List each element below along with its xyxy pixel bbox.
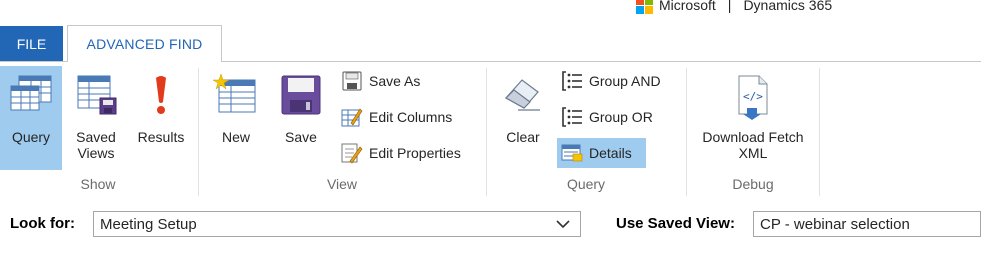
brand-product: Dynamics 365 [743, 0, 833, 13]
microsoft-logo-icon [636, 0, 653, 14]
download-fetch-xml-button[interactable]: </> Download Fetch XML [692, 66, 814, 170]
edit-columns-button[interactable]: Edit Columns [337, 102, 456, 132]
exclamation-icon [156, 76, 166, 114]
clear-label: Clear [506, 129, 540, 145]
results-button[interactable]: Results [131, 66, 191, 170]
edit-columns-icon [341, 108, 363, 127]
edit-properties-icon [341, 143, 363, 164]
clear-button[interactable]: Clear [494, 66, 552, 170]
edit-properties-label: Edit Properties [369, 145, 461, 161]
ribbon-divider [819, 68, 820, 196]
details-label: Details [589, 145, 632, 161]
chevron-down-icon [556, 220, 570, 229]
group-or-label: Group OR [589, 109, 653, 125]
brand-company: Microsoft [659, 0, 716, 13]
use-saved-view-value: CP - webinar selection [760, 215, 910, 233]
save-label: Save [285, 129, 317, 145]
look-for-value: Meeting Setup [100, 215, 197, 233]
brand-separator: | [727, 0, 732, 13]
group-label-show: Show [80, 176, 116, 192]
save-button[interactable]: Save [271, 66, 331, 170]
group-and-button[interactable]: Group AND [557, 66, 665, 96]
saved-views-icon [77, 75, 117, 115]
look-for-select[interactable]: Meeting Setup [93, 211, 581, 237]
results-label: Results [137, 129, 185, 145]
look-for-label: Look for: [10, 215, 75, 232]
new-view-icon [213, 74, 256, 113]
query-label: Query [11, 129, 51, 145]
tab-advanced-find[interactable]: ADVANCED FIND [67, 25, 222, 62]
edit-properties-button[interactable]: Edit Properties [337, 138, 465, 168]
group-or-button[interactable]: Group OR [557, 102, 657, 132]
details-icon [561, 144, 583, 162]
group-or-icon [562, 107, 582, 127]
saved-views-label: Saved Views [76, 129, 116, 161]
save-icon [281, 75, 321, 115]
saved-views-button[interactable]: Saved Views [66, 66, 126, 170]
tab-file[interactable]: FILE [0, 26, 63, 61]
ribbon: Query Saved Views Results Show New Save … [0, 61, 981, 197]
use-saved-view-label: Use Saved View: [616, 215, 735, 232]
group-label-view: View [326, 176, 358, 192]
details-button[interactable]: Details [557, 138, 646, 168]
save-as-label: Save As [369, 73, 421, 89]
query-icon [10, 75, 52, 111]
download-fetch-xml-label: Download Fetch XML [702, 129, 804, 161]
new-button[interactable]: New [206, 66, 266, 170]
save-as-button[interactable]: Save As [337, 66, 424, 96]
svg-text:</>: </> [743, 90, 763, 103]
group-label-debug: Debug [732, 176, 774, 192]
save-as-icon [342, 71, 362, 91]
eraser-icon [505, 79, 540, 111]
query-button[interactable]: Query [0, 66, 62, 170]
xml-file-icon: </> [738, 75, 768, 120]
group-and-label: Group AND [589, 73, 661, 89]
edit-columns-label: Edit Columns [369, 109, 453, 125]
brand-bar: Microsoft | Dynamics 365 [636, 0, 832, 16]
group-label-query: Query [566, 176, 606, 192]
group-and-icon [562, 71, 582, 91]
use-saved-view-select[interactable]: CP - webinar selection [753, 211, 981, 237]
new-label: New [221, 129, 250, 145]
